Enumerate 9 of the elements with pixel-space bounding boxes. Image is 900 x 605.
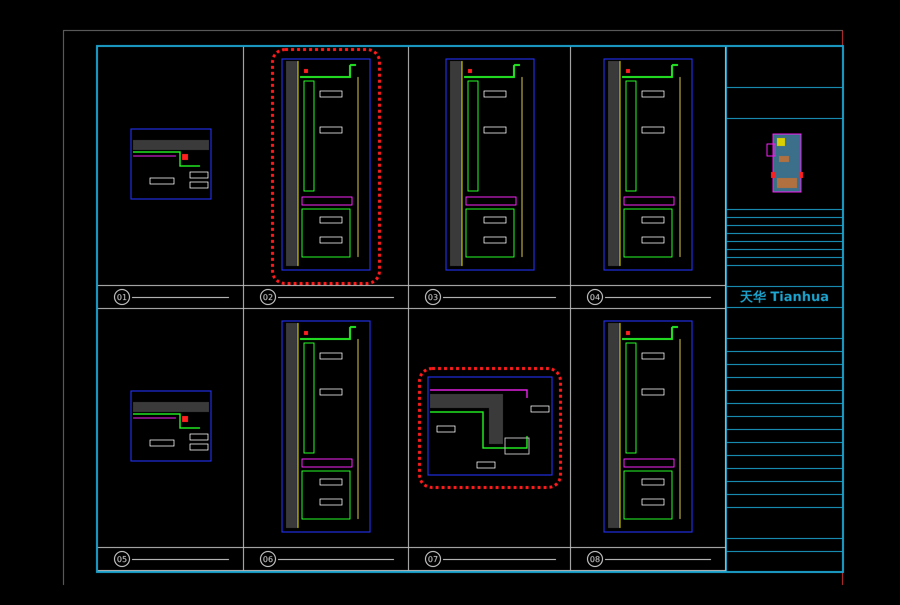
detail-number: 01 (114, 289, 130, 305)
detail-number: 02 (260, 289, 276, 305)
company-logo: 天华 Tianhua (740, 289, 830, 306)
detail-number: 03 (425, 289, 441, 305)
detail-number: 08 (587, 551, 603, 567)
detail-number: 07 (425, 551, 441, 567)
detail-number: 04 (587, 289, 603, 305)
detail-number: 05 (114, 551, 130, 567)
detail-number: 06 (260, 551, 276, 567)
